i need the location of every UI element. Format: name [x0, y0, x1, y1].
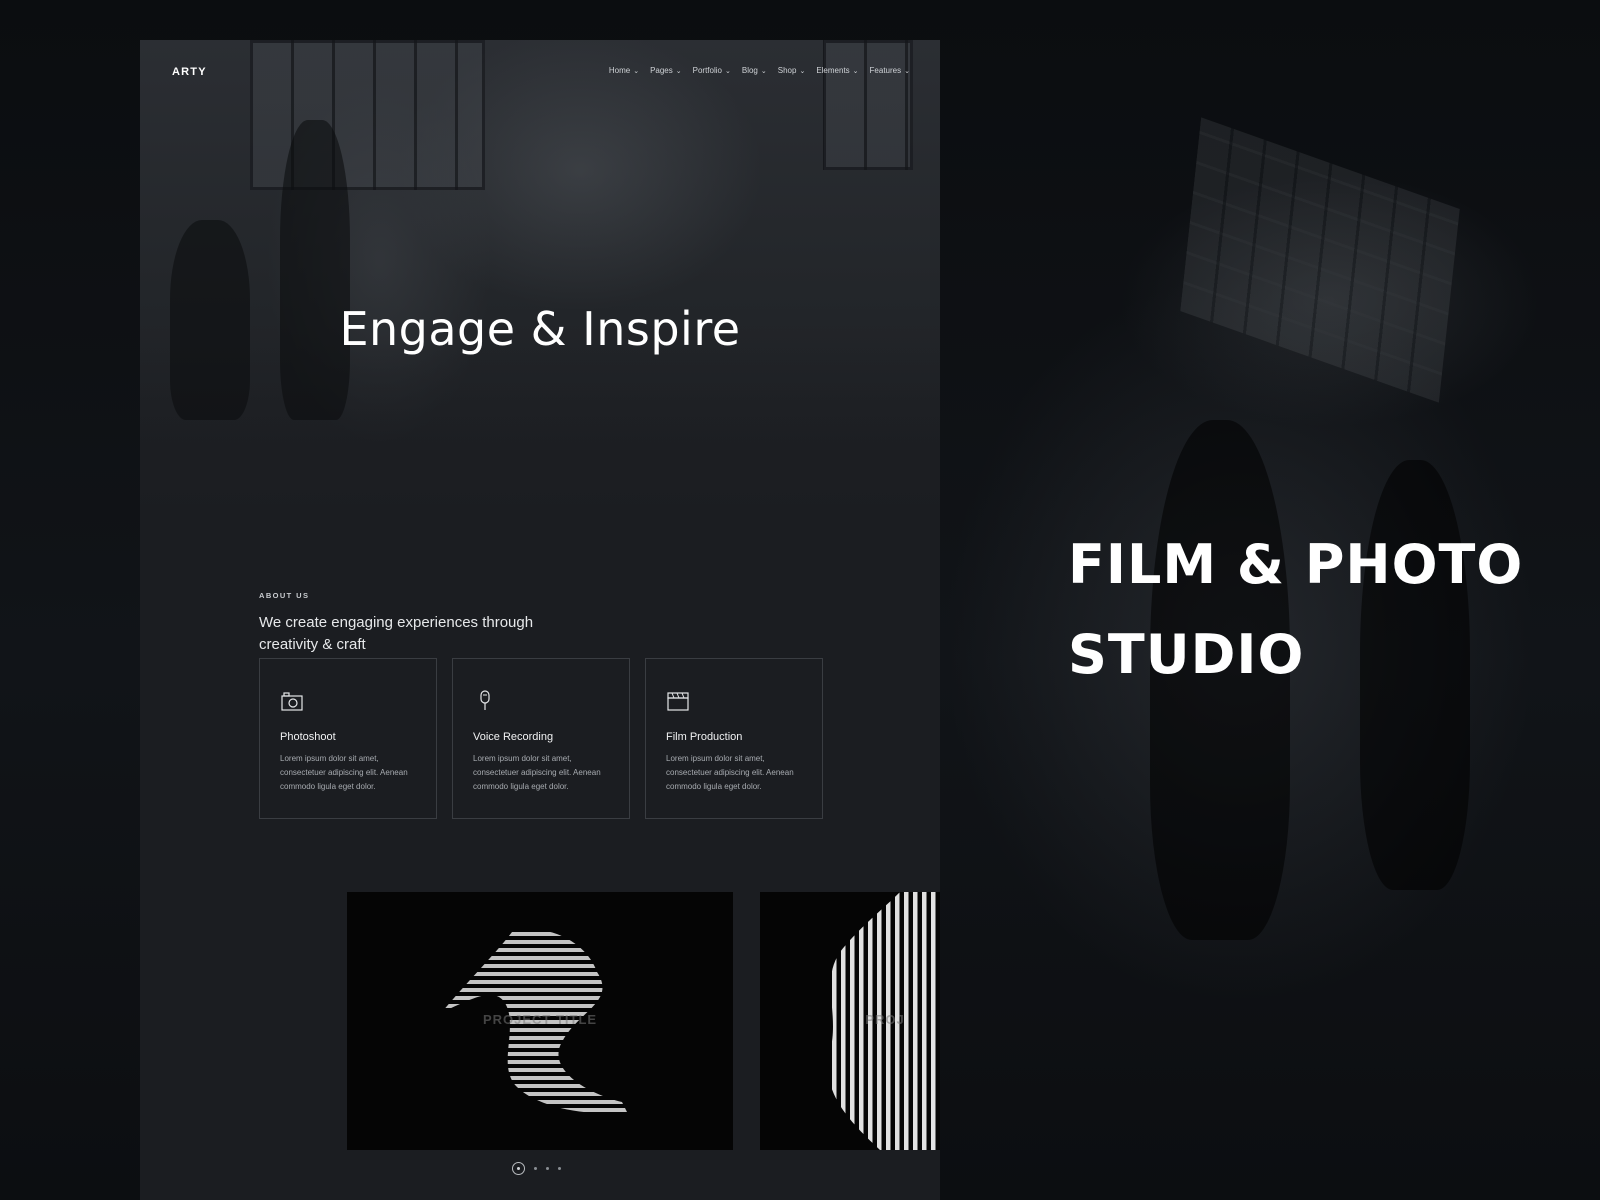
card-title: Photoshoot	[280, 731, 336, 743]
crew-silhouette	[280, 120, 350, 420]
card-title: Film Production	[666, 731, 743, 743]
slider-dot[interactable]	[534, 1167, 537, 1170]
portfolio-slide[interactable]: PROJ	[760, 892, 940, 1150]
hero-title: Engage & Inspire	[339, 302, 741, 356]
service-card-photoshoot[interactable]: Photoshoot Lorem ipsum dolor sit amet, c…	[259, 658, 437, 819]
nav-item-elements[interactable]: Elements ⌄	[816, 66, 858, 75]
website-mockup: ARTY Home ⌄ Pages ⌄ Portfolio ⌄ Blog ⌄ Shop ⌄…	[140, 40, 940, 1200]
top-nav: ARTY Home ⌄ Pages ⌄ Portfolio ⌄ Blog ⌄ Shop ⌄…	[140, 40, 940, 102]
softbox-light	[1180, 117, 1460, 403]
card-body: Lorem ipsum dolor sit amet, consectetuer…	[473, 754, 601, 791]
slider-dot[interactable]	[546, 1167, 549, 1170]
about-lead: We create engaging experiences through c…	[259, 614, 534, 653]
clapperboard-icon	[667, 692, 689, 711]
slider-dot[interactable]	[558, 1167, 561, 1170]
chevron-down-icon: ⌄	[760, 67, 767, 75]
nav-item-label: Portfolio	[692, 66, 722, 75]
project-title: PROJECT TITLE	[482, 1012, 598, 1027]
nav-item-label: Blog	[741, 66, 758, 75]
nav-item-label: Shop	[777, 66, 797, 75]
site-logo[interactable]: ARTY	[172, 66, 207, 78]
card-body: Lorem ipsum dolor sit amet, consectetuer…	[280, 754, 408, 791]
nav-item-blog[interactable]: Blog ⌄	[742, 66, 767, 75]
microphone-icon	[480, 690, 490, 710]
about-kicker: ABOUT US	[259, 591, 310, 600]
nav-item-label: Elements	[816, 66, 850, 75]
nav-item-pages[interactable]: Pages ⌄	[650, 66, 682, 75]
service-card-voice-recording[interactable]: Voice Recording Lorem ipsum dolor sit am…	[452, 658, 630, 819]
nav-item-shop[interactable]: Shop ⌄	[778, 66, 806, 75]
poster-headline: FILM & PHOTO STUDIO	[1068, 520, 1548, 700]
camera-icon	[281, 692, 303, 711]
portfolio-slide[interactable]: PROJECT TITLE	[347, 892, 733, 1150]
card-body: Lorem ipsum dolor sit amet, consectetuer…	[666, 754, 794, 791]
chevron-down-icon: ⌄	[724, 67, 731, 75]
chevron-down-icon: ⌄	[904, 67, 910, 75]
main-menu: Home ⌄ Pages ⌄ Portfolio ⌄ Blog ⌄ Shop ⌄ Elem…	[609, 66, 910, 75]
chevron-down-icon: ⌄	[852, 67, 859, 75]
nav-item-label: Pages	[650, 66, 673, 75]
nav-item-label: Features	[869, 66, 902, 75]
headline-line-2: STUDIO	[1068, 623, 1305, 686]
nav-item-home[interactable]: Home ⌄	[609, 66, 639, 75]
nav-item-portfolio[interactable]: Portfolio ⌄	[693, 66, 731, 75]
project-title: PROJ	[865, 1012, 905, 1027]
chevron-down-icon: ⌄	[675, 67, 682, 75]
nav-item-label: Home	[608, 66, 631, 75]
chevron-down-icon: ⌄	[633, 67, 640, 75]
nav-item-features[interactable]: Features ⌄	[870, 66, 910, 75]
slider-pagination	[512, 1162, 561, 1175]
hero-section	[140, 40, 940, 540]
headline-line-1: FILM & PHOTO	[1068, 533, 1524, 596]
chevron-down-icon: ⌄	[799, 67, 806, 75]
slider-dot-active[interactable]	[512, 1162, 525, 1175]
service-card-film-production[interactable]: Film Production Lorem ipsum dolor sit am…	[645, 658, 823, 819]
card-title: Voice Recording	[473, 731, 554, 743]
